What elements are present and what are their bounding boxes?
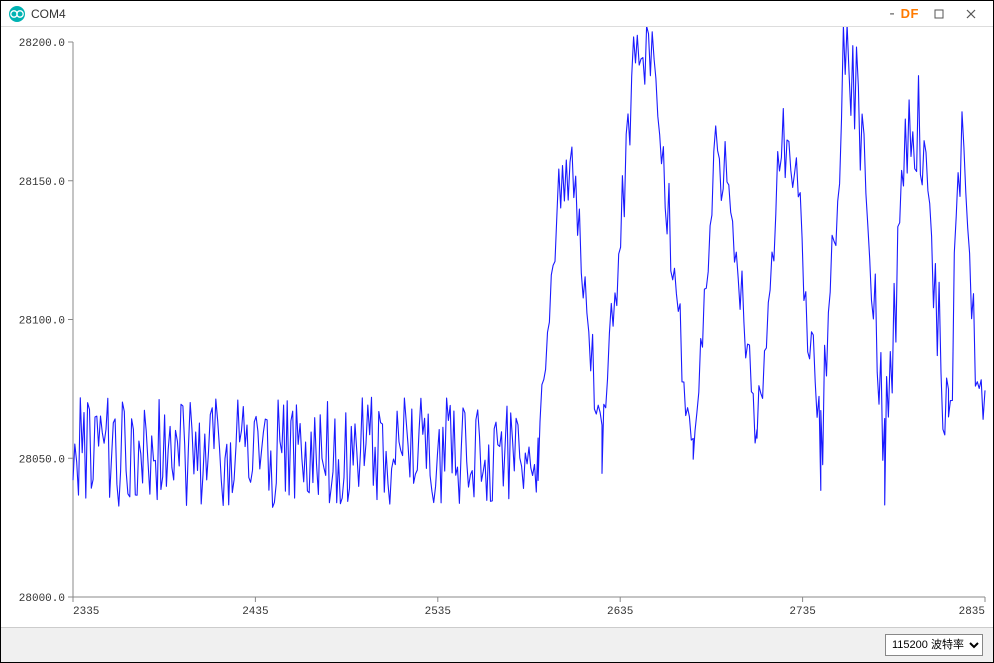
svg-text:2635: 2635 — [607, 606, 633, 618]
chart-canvas: 28000.0 28050.0 28100.0 28150.0 28200.0 2335 2… — [1, 27, 994, 627]
window-controls: - DF — [889, 4, 985, 24]
baud-rate-select[interactable]: 115200 波特率 — [885, 634, 983, 656]
svg-text:28100.0: 28100.0 — [19, 316, 65, 328]
titlebar: COM4 - DF — [1, 1, 993, 27]
svg-text:28000.0: 28000.0 — [19, 593, 65, 605]
svg-text:2335: 2335 — [73, 606, 99, 618]
arduino-icon — [9, 6, 25, 22]
svg-text:2835: 2835 — [959, 606, 985, 618]
maximize-button[interactable] — [925, 4, 953, 24]
svg-text:28050.0: 28050.0 — [19, 454, 65, 466]
svg-text:2535: 2535 — [425, 606, 451, 618]
minimize-icon[interactable]: - — [889, 9, 894, 19]
window-title: COM4 — [31, 7, 66, 21]
svg-text:2735: 2735 — [789, 606, 815, 618]
svg-text:28200.0: 28200.0 — [19, 38, 65, 50]
plot-line — [73, 27, 985, 507]
serial-plotter: 28000.0 28050.0 28100.0 28150.0 28200.0 2335 2… — [1, 27, 993, 627]
svg-text:28150.0: 28150.0 — [19, 177, 65, 189]
svg-text:2435: 2435 — [242, 606, 268, 618]
close-button[interactable] — [957, 4, 985, 24]
df-logo: DF — [901, 6, 919, 21]
statusbar: 115200 波特率 — [1, 627, 993, 662]
